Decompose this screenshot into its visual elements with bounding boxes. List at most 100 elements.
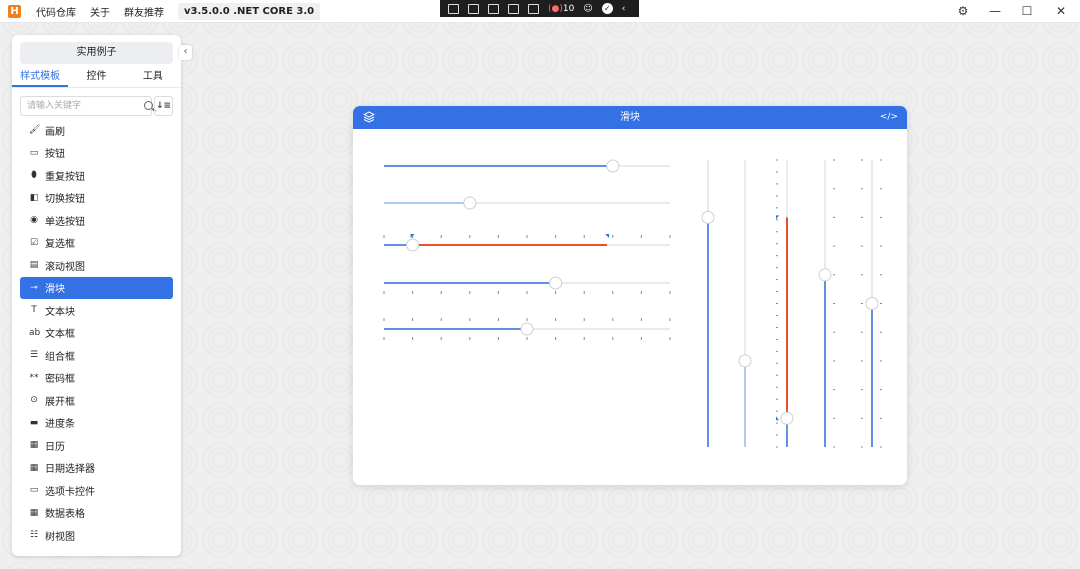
sidebar-panel: 实用例子 样式模板 控件 工具 请输入关键字 ↓≡ 🖌 画刷 ▭ 按钮 ⬮ 重复按钮 ◧ 切换… (12, 35, 181, 556)
v-slider-thumb[interactable] (738, 354, 752, 368)
sidebar-item-slider[interactable]: ⊸ 滑块 (20, 276, 173, 299)
progressbar-icon: ▬ (29, 417, 39, 428)
datepicker-icon: ▦ (29, 462, 39, 473)
calendar-icon: ▦ (29, 440, 39, 451)
treeview-icon: ☷ (29, 530, 39, 541)
sidebar-item-label: 数据表格 (45, 509, 85, 521)
window-icon[interactable] (528, 3, 539, 14)
sidebar-item-checkbox[interactable]: ☑ 复选框 (20, 232, 173, 255)
card-title: 滑块 (620, 112, 640, 123)
sidebar-item-toggle-button[interactable]: ◧ 切换按钮 (20, 187, 173, 210)
sidebar-item-label: 日历 (45, 441, 65, 453)
checkbox-icon: ☑ (29, 237, 39, 248)
tabcontrol-icon: ▭ (29, 485, 39, 496)
sidebar-item-textblock[interactable]: T 文本块 (20, 299, 173, 322)
code-icon[interactable]: </> (880, 106, 898, 129)
sidebar-item-textbox[interactable]: ab 文本框 (20, 322, 173, 345)
accessibility-icon[interactable]: ☺ (583, 4, 592, 14)
h-range-thumb-low[interactable] (406, 238, 420, 252)
h-slider-thumb[interactable] (606, 159, 620, 173)
recorder-toolbar: (●)10 ☺ ✓ ‹ (440, 0, 639, 17)
sidebar-item-label: 展开框 (45, 396, 75, 408)
sidebar-item-label: 复选框 (45, 239, 75, 251)
radio-button-icon: ◉ (30, 215, 38, 226)
range-marker-end (605, 234, 610, 238)
textbox-icon: ab (29, 327, 41, 338)
sidebar-item-scrollviewer[interactable]: ▤ 滚动视图 (20, 254, 173, 277)
search-input[interactable]: 请输入关键字 (20, 96, 153, 116)
chevron-left-icon[interactable]: ‹ (622, 4, 626, 14)
sidebar-item-treeview[interactable]: ☷ 树视图 (20, 524, 173, 547)
check-icon[interactable]: ✓ (601, 3, 613, 14)
slider-demo-card: 滑块 </> (353, 106, 907, 485)
sidebar-nav: 🖌 画刷 ▭ 按钮 ⬮ 重复按钮 ◧ 切换按钮 ◉ 单选按钮 ☑ 复选框 ▤ 滚动视图 ⊸ 滑块 T 文本块 ab 文… (20, 119, 173, 547)
sidebar-item-label: 树视图 (45, 531, 75, 543)
sidebar-item-progressbar[interactable]: ▬ 进度条 (20, 412, 173, 435)
maximize-button[interactable]: ☐ (1019, 3, 1035, 19)
settings-gear-icon[interactable]: ⚙ (955, 3, 971, 19)
sidebar-item-datagrid[interactable]: ▦ 数据表格 (20, 502, 173, 525)
v-slider-thumb[interactable] (865, 297, 879, 310)
sidebar-item-label: 文本框 (45, 329, 75, 341)
v-slider-thumb[interactable] (701, 210, 715, 224)
sidebar-item-expander[interactable]: ⊙ 展开框 (20, 389, 173, 412)
version-label: v3.5.0.0 .NET CORE 3.0 (178, 2, 321, 20)
sidebar-item-label: 单选按钮 (45, 216, 85, 228)
textblock-icon: T (31, 305, 37, 316)
h-slider-thumb[interactable] (549, 276, 563, 290)
sidebar-item-passwordbox[interactable]: ** 密码框 (20, 367, 173, 390)
sidebar-item-label: 重复按钮 (45, 171, 85, 183)
sidebar-item-label: 按钮 (45, 149, 65, 161)
tabs-divider (12, 87, 181, 88)
examples-button[interactable]: 实用例子 (20, 42, 173, 64)
sidebar-tabs: 样式模板 控件 工具 (12, 69, 181, 87)
sidebar-item-combobox[interactable]: ☰ 组合框 (20, 344, 173, 367)
tab-style-templates[interactable]: 样式模板 (12, 69, 69, 87)
screen-icon[interactable] (448, 3, 459, 14)
sidebar-item-label: 选项卡控件 (45, 486, 95, 498)
menu-about[interactable]: 关于 (90, 4, 110, 19)
tab-controls[interactable]: 控件 (68, 69, 124, 87)
sidebar-item-label: 滚动视图 (45, 261, 85, 273)
sliders-canvas (383, 159, 882, 448)
datagrid-icon: ▦ (29, 507, 39, 518)
sidebar-item-calendar[interactable]: ▦ 日历 (20, 434, 173, 457)
sidebar-item-radio-button[interactable]: ◉ 单选按钮 (20, 209, 173, 232)
card-header: 滑块 </> (353, 106, 907, 129)
sidebar-item-label: 进度条 (45, 419, 75, 431)
sidebar-item-repeat-button[interactable]: ⬮ 重复按钮 (20, 164, 173, 187)
search-icon[interactable] (144, 101, 153, 110)
sidebar-item-label: 切换按钮 (45, 194, 85, 206)
tab-tools[interactable]: 工具 (125, 69, 181, 87)
sort-button[interactable]: ↓≡ (154, 96, 173, 116)
recorder-count-value: 10 (562, 3, 575, 14)
range-marker-end (776, 215, 779, 220)
chevron-left-icon: ‹ (183, 46, 188, 57)
combobox-icon: ☰ (29, 350, 39, 361)
region-icon[interactable] (508, 3, 519, 14)
sidebar-item-label: 滑块 (45, 284, 65, 296)
camera-icon[interactable] (468, 3, 479, 14)
sidebar-item-label: 日期选择器 (45, 464, 95, 476)
sidebar-item-brush[interactable]: 🖌 画刷 (20, 119, 173, 142)
menu-group-recommend[interactable]: 群友推荐 (124, 4, 164, 19)
slider-icon: ⊸ (30, 282, 38, 293)
sidebar-item-label: 组合框 (45, 351, 75, 363)
minimize-button[interactable]: — (987, 3, 1003, 19)
brush-icon: 🖌 (29, 125, 41, 136)
menu-code-repo[interactable]: 代码仓库 (36, 4, 76, 19)
sidebar-item-datepicker[interactable]: ▦ 日期选择器 (20, 457, 173, 480)
close-button[interactable]: ✕ (1053, 3, 1069, 19)
v-range-thumb-low[interactable] (780, 411, 794, 425)
h-slider-thumb[interactable] (520, 322, 534, 336)
h-slider-thumb[interactable] (463, 196, 477, 210)
v-slider-thumb[interactable] (818, 268, 832, 282)
collapse-sidebar-button[interactable]: ‹ (179, 45, 192, 60)
sidebar-item-tabcontrol[interactable]: ▭ 选项卡控件 (20, 479, 173, 502)
sidebar-item-button[interactable]: ▭ 按钮 (20, 142, 173, 165)
passwordbox-icon: ** (29, 372, 39, 383)
cast-icon[interactable] (488, 3, 499, 14)
range-marker-start (776, 416, 779, 421)
recorder-count: (●)10 (548, 3, 575, 14)
app-logo: H (8, 4, 21, 18)
